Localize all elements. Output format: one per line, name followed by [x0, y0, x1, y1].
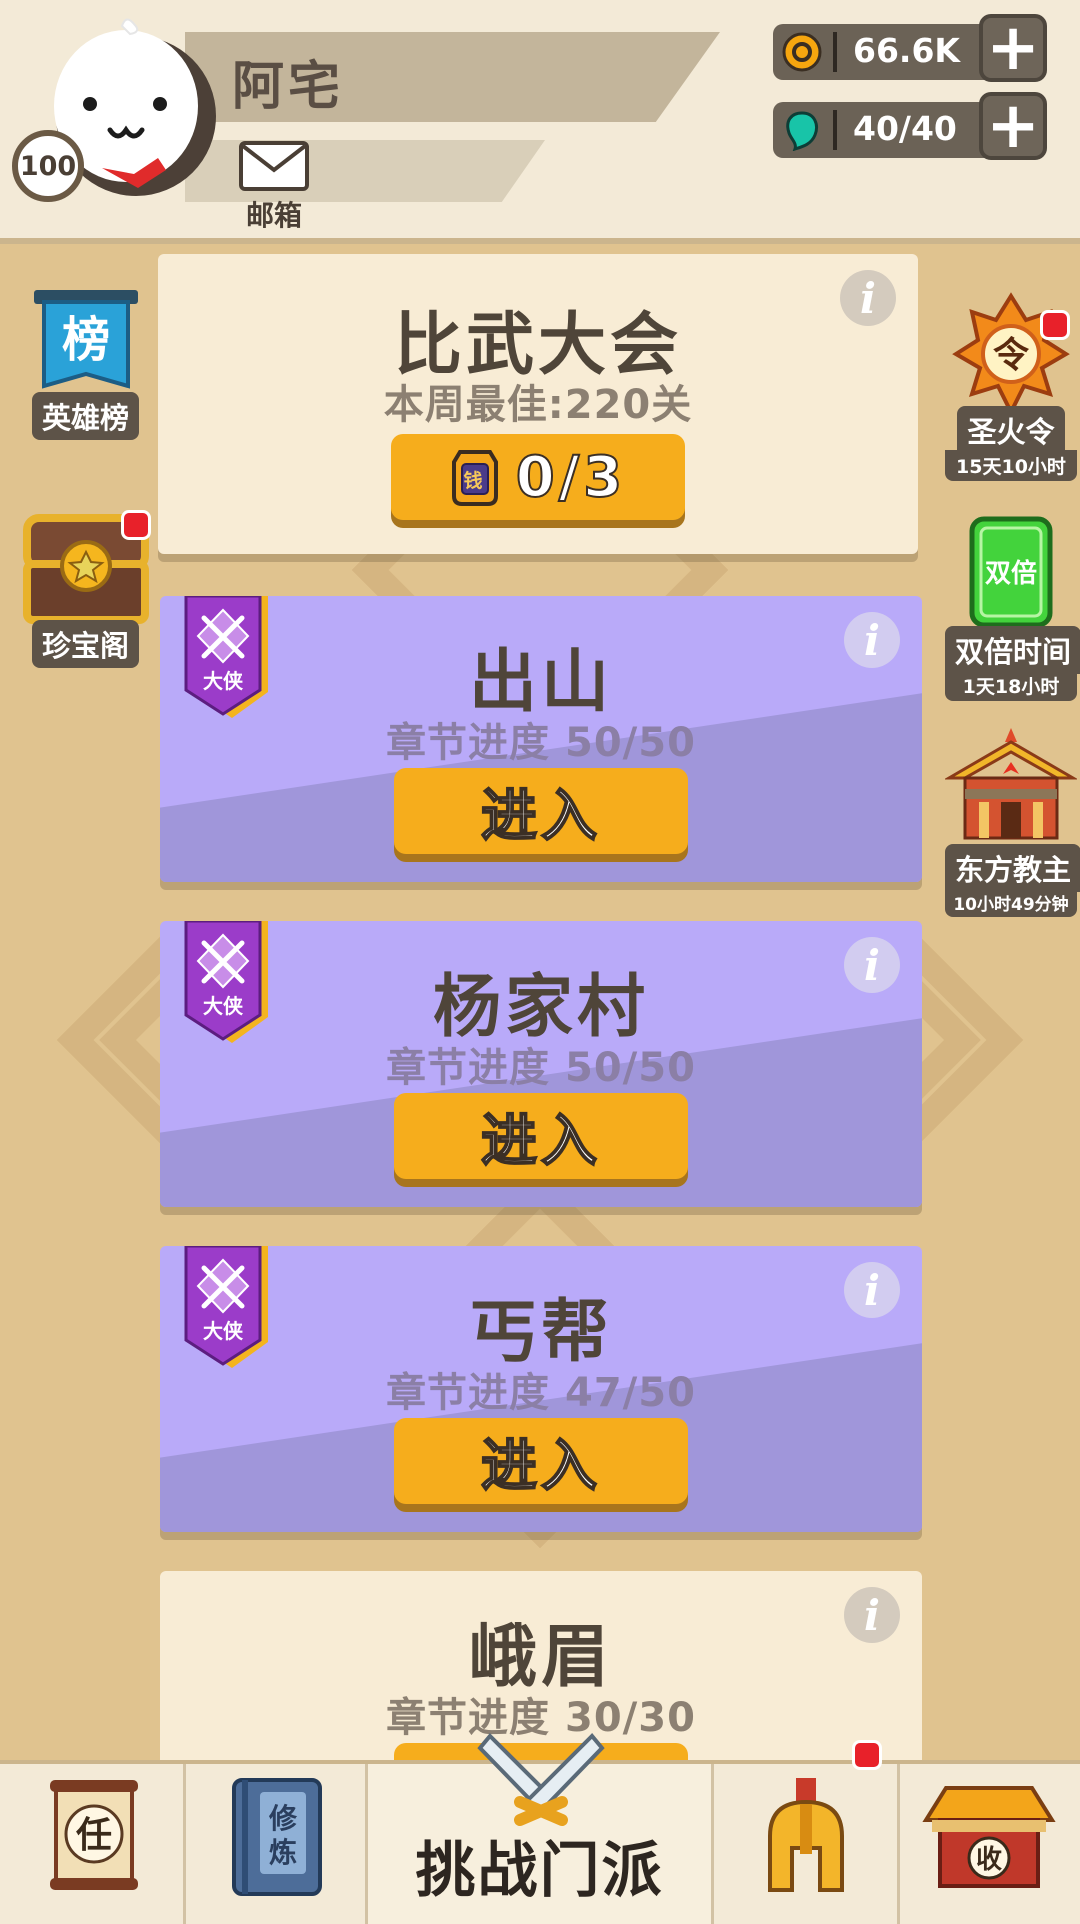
task-scroll-char: 任 — [76, 1815, 112, 1856]
pagoda-icon — [943, 728, 1079, 840]
challenge-sect-label: 挑战门派 — [415, 1836, 664, 1906]
cultivation-book-icon: 修 炼 — [232, 1778, 322, 1896]
tab-cultivation[interactable]: 修 炼 — [186, 1764, 368, 1924]
coin-pouch-char: 钱 — [463, 469, 486, 492]
eastern-master-label: 东方教主 — [945, 844, 1080, 892]
chapter-card[interactable]: 大侠 i 出山 章节进度 50/50 进入 — [160, 596, 922, 882]
add-coins-button[interactable]: + — [979, 14, 1047, 82]
holy-fire-label: 圣火令 — [957, 406, 1065, 454]
tab-tasks[interactable]: 任 — [0, 1764, 186, 1924]
coin-value: 66.6K — [853, 31, 960, 70]
double-time-timer: 1天18小时 — [945, 670, 1077, 701]
enter-button[interactable]: 进入 — [394, 1093, 688, 1179]
chapter-progress: 章节进度 50/50 — [386, 1045, 696, 1091]
jade-counter: 40/40 + — [773, 92, 1047, 160]
holy-fire-token-button[interactable]: 令 圣火令 15天10小时 — [945, 292, 1077, 481]
chapter-card[interactable]: 大侠 i 杨家村 章节进度 50/50 进入 — [160, 921, 922, 1207]
coin-icon — [782, 32, 822, 72]
tournament-tickets-button[interactable]: 钱 0/3 — [391, 434, 685, 520]
shop-building-icon: 收 — [922, 1786, 1056, 1888]
holy-fire-timer: 15天10小时 — [945, 450, 1077, 481]
holy-fire-emblem-char: 令 — [993, 335, 1030, 376]
holy-fire-notification-dot — [1040, 310, 1070, 340]
top-header: 100 阿宅 邮箱 66.6K + 40/40 + — [0, 0, 1080, 244]
jade-divider — [833, 110, 837, 150]
chapter-card[interactable]: 大侠 i 丐帮 章节进度 47/50 进入 — [160, 1246, 922, 1532]
coin-counter: 66.6K + — [773, 14, 1047, 82]
envelope-icon — [239, 141, 309, 191]
double-time-button[interactable]: 双倍 双倍时间 1天18小时 — [945, 516, 1080, 701]
treasure-pavilion-button[interactable]: 珍宝阁 — [18, 510, 153, 668]
leaderboard-banner-icon: 榜 — [33, 290, 138, 389]
eastern-master-timer: 10小时49分钟 — [945, 888, 1077, 917]
eastern-master-button[interactable]: 东方教主 10小时49分钟 — [943, 724, 1080, 917]
hero-leaderboard-label: 英雄榜 — [31, 392, 139, 440]
level-badge: 100 — [12, 130, 84, 202]
enter-button[interactable]: 进入 — [394, 1418, 688, 1504]
coin-pouch-icon: 钱 — [451, 450, 498, 506]
mailbox-label: 邮箱 — [245, 199, 302, 232]
treasure-pavilion-label: 珍宝阁 — [31, 620, 139, 668]
player-name: 阿宅 — [232, 57, 345, 117]
task-scroll-icon: 任 — [50, 1780, 138, 1890]
leaderboard-banner-char: 榜 — [61, 312, 109, 368]
jade-value: 40/40 — [853, 109, 957, 148]
helmet-icon — [768, 1778, 844, 1892]
cultivation-book-char-1: 修 — [268, 1802, 298, 1835]
add-jade-button[interactable]: + — [979, 92, 1047, 160]
chapter-progress: 章节进度 50/50 — [386, 720, 696, 766]
tab-equipment[interactable] — [714, 1740, 900, 1924]
tab-shop[interactable]: 收 — [900, 1764, 1080, 1924]
tab-challenge-sect[interactable]: 挑战门派 — [368, 1733, 714, 1924]
enter-button[interactable]: 进入 — [394, 768, 688, 854]
double-time-label: 双倍时间 — [945, 626, 1080, 674]
coin-divider — [833, 32, 837, 72]
mailbox-button[interactable]: 邮箱 — [232, 140, 316, 234]
double-card-icon: 双倍 — [969, 516, 1053, 628]
chapter-progress: 章节进度 47/50 — [386, 1370, 696, 1416]
equipment-notification-dot — [852, 1740, 882, 1770]
jade-icon — [786, 111, 818, 151]
hero-leaderboard-button[interactable]: 榜 英雄榜 — [18, 290, 153, 440]
tournament-tickets-label: 0/3 — [515, 444, 627, 511]
double-card-text: 双倍 — [985, 558, 1037, 589]
treasure-notification-dot — [121, 510, 151, 540]
shop-building-char: 收 — [976, 1845, 1002, 1875]
cultivation-book-char-2: 炼 — [269, 1836, 297, 1869]
bottom-navigation: 任 修 炼 挑战门派 收 — [0, 1733, 1080, 1924]
tournament-best-score: 本周最佳:220关 — [383, 382, 693, 428]
tournament-card[interactable]: i 比武大会 本周最佳:220关 钱 0/3 — [158, 254, 918, 554]
